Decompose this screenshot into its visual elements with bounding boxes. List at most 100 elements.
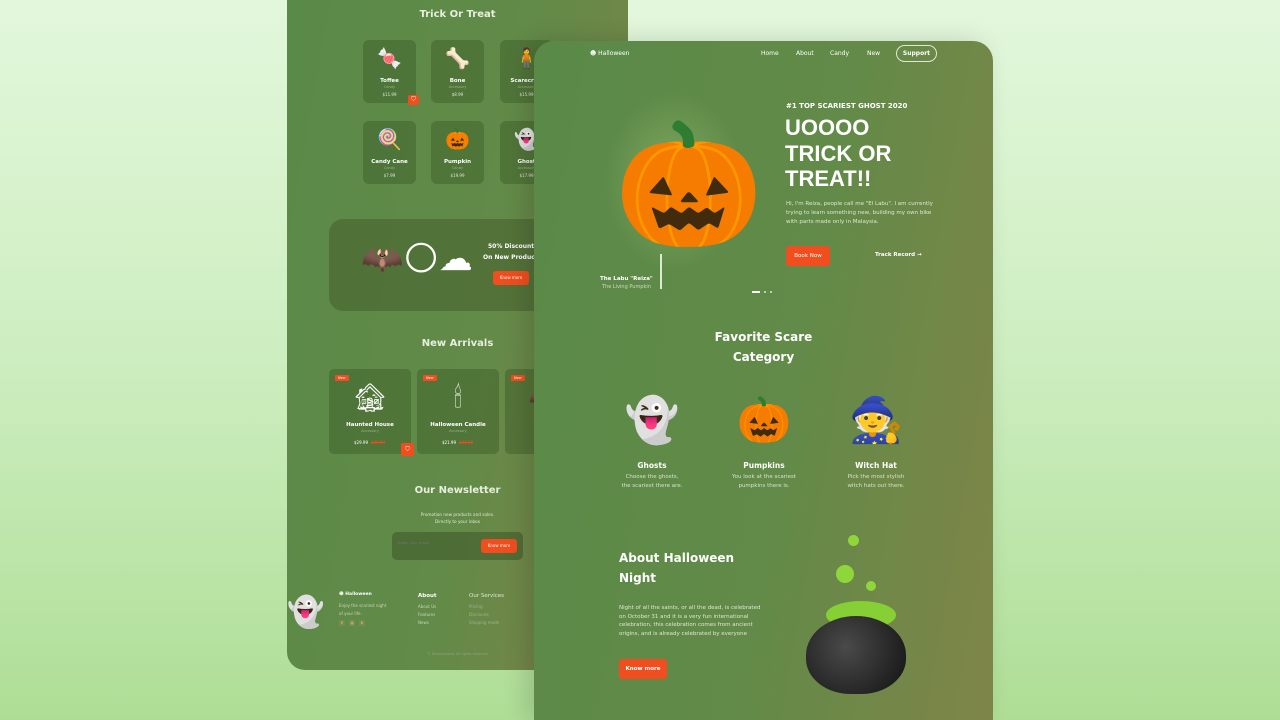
category-image: 👻 [624,395,680,446]
about-title: About Halloween Night [619,548,734,588]
toffee-icon: 🍬 [377,46,402,70]
nav-candy[interactable]: Candy [830,50,849,57]
footer-link[interactable]: Shipping mode [469,619,499,627]
category-card[interactable]: 🧙 Witch Hat Pick the most stylish witch … [816,386,936,491]
promo-line-2: On New Product [483,254,538,261]
about-text: Night of all the saints, or all the dead… [619,605,761,638]
category-card[interactable]: 👻 Ghosts Choose the ghosts, the scariest… [592,386,712,491]
social-icon[interactable]: f [339,620,345,626]
arrival-card[interactable]: New 🏚 Haunted House Accessory $29.99 $39.… [329,369,414,456]
product-name: Toffee [380,78,399,84]
product-price: $7.99 [383,173,396,178]
slider-dot[interactable] [770,291,772,293]
product-price: $8.99 [451,92,464,97]
slider-dot-active[interactable] [752,291,760,293]
category-section-title: Favorite Scare Category [534,327,993,367]
arrival-category: Accessory [449,429,467,433]
nav-home[interactable]: Home [761,50,779,57]
footer-services-title: Our Services [469,593,505,599]
footer-brand: ☻ Halloween [339,592,372,597]
arrival-price: $21.99 $31.99 [442,440,473,445]
product-price: $19.99 [450,173,465,178]
category-desc-1: Pick the most stylish [847,474,905,480]
newsletter-submit-button[interactable]: Know more [481,539,517,553]
hero-headline: UOOOO TRICK OR TREAT!! [785,115,891,192]
price: $21.99 [442,440,456,445]
about-title-line-2: Night [619,571,657,585]
footer-about-title: About [418,593,437,599]
logo-icon: ☻ [590,50,599,57]
category-desc-2: witch hats out there. [847,483,905,489]
nav-about[interactable]: About [796,50,814,57]
category-title: Witch Hat [855,461,897,470]
footer-link[interactable]: Pricing [469,603,499,611]
headline-line-3: TREAT!! [785,166,872,191]
category-card[interactable]: 🎃 Pumpkins You look at the scariest pump… [704,386,824,491]
category-desc-2: pumpkins there is. [738,483,790,489]
product-name: Candy Cane [371,159,408,165]
old-price: $39.99 [371,440,385,445]
book-now-button[interactable]: Book Now [786,246,830,266]
arrow-right-icon: → [915,252,922,258]
product-category: Candy [383,85,396,89]
price: $29.99 [354,440,368,445]
category-title: Pumpkins [743,461,785,470]
category-title-line-2: Category [732,350,795,364]
nav-new[interactable]: New [867,50,880,57]
cart-icon[interactable]: ⛉ [401,443,414,456]
category-title-line-1: Favorite Scare [714,330,813,344]
footer-link[interactable]: About Us [418,603,436,611]
product-card[interactable]: 🍭 Candy Cane Candy $7.99 [363,121,416,184]
cart-icon[interactable]: ⛉ [408,95,419,105]
category-desc-2: the scariest there are. [621,483,683,489]
promo-line-1: 50% Discount [488,243,535,250]
caption-name: The Labu "Reiza" [600,276,653,282]
caption-subtitle: The Living Pumpkin [602,284,651,290]
know-more-button[interactable]: Know more [619,659,667,679]
category-desc-1: Choose the ghosts, [625,474,679,480]
trick-or-treat-title: Trick Or Treat [419,9,496,20]
tagline-line-1: Enjoy the scariest night [339,603,387,608]
tagline-line-2: of your life. [339,611,362,616]
arrival-price [530,440,533,445]
footer-tagline: Enjoy the scariest night of your life. [339,602,386,618]
product-card[interactable]: 🎃 Pumpkin Candy $19.99 [431,121,484,184]
slider-dot[interactable] [764,291,766,293]
bat-moon-illustration: 🦇🌕☁ [361,239,473,279]
brand-name: Halloween [598,50,630,57]
headline-line-1: UOOOO [785,115,870,140]
cauldron-illustration [796,531,906,711]
arrival-card[interactable]: New 🕯 Halloween Candle Accessory $21.99 $… [417,369,499,454]
product-image: 🏚 [352,381,388,414]
product-category: Accessory [448,85,467,89]
arrival-category: Accessory [361,429,379,433]
footer-link[interactable]: Features [418,611,436,619]
newsletter-form: Know more [392,532,523,560]
social-icon[interactable]: t [359,620,365,626]
footer-link[interactable]: News [418,619,436,627]
footer-brand-name: Halloween [345,592,372,597]
email-input[interactable] [398,540,478,545]
pumpkin-icon: 🎃 [445,127,470,151]
track-record-link[interactable]: Track Record → [875,252,922,258]
track-record-label: Track Record [875,252,916,258]
ghost-mascot-illustration: 👻 [287,595,325,630]
arrival-name: Halloween Candle [430,422,486,428]
category-image: 🧙 [848,395,904,446]
product-card[interactable]: 🦴 Bone Accessory $8.99 [431,40,484,103]
bone-icon: 🦴 [445,46,470,70]
headline-line-2: TRICK OR [785,140,892,166]
product-card[interactable]: 🍬 Toffee Candy $11.99 ⛉ [363,40,419,105]
slider-dots [752,291,772,293]
product-name: Bone [449,78,466,84]
promo-know-more-button[interactable]: Know more [493,271,529,285]
category-image: 🎃 [736,395,792,446]
arrival-name: Haunted House [346,422,394,428]
social-icon[interactable]: ◎ [349,620,355,626]
footer-link[interactable]: Discounts [469,611,499,619]
brand-logo[interactable]: ☻ Halloween [590,50,629,57]
product-name: Pumpkin [443,159,472,165]
support-button[interactable]: Support [896,45,937,62]
category-desc-1: You look at the scariest [732,474,796,480]
halloween-landing-page: ☻ Halloween Home About Candy New Support… [534,41,993,720]
